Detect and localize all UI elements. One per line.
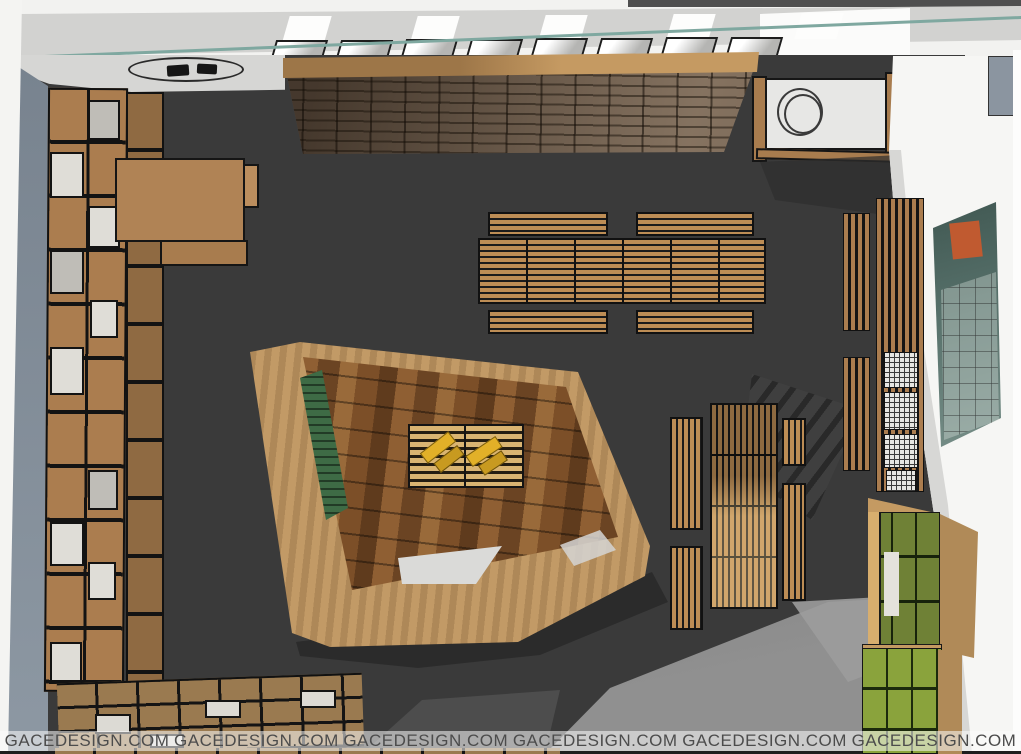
study-bench: [670, 546, 703, 630]
watermark-text: GACEDESIGN.COM: [682, 731, 847, 751]
study-table: [710, 403, 778, 609]
shelf-box-white: [50, 642, 82, 682]
reading-bench: [636, 212, 754, 236]
low-shelf-white-box: [300, 690, 336, 708]
table-light-overlay: [712, 405, 776, 607]
rug-seat: [197, 63, 217, 74]
reading-bench: [488, 212, 608, 236]
shelf-hatch-box: [884, 434, 918, 468]
shelf-box-white: [50, 347, 84, 395]
shelf-hatch-box: [886, 470, 916, 492]
study-bench: [782, 418, 806, 466]
shelf-box-white: [90, 300, 118, 338]
reading-bench: [488, 310, 608, 334]
reading-bench: [636, 310, 754, 334]
wall-edge-right: [1013, 50, 1021, 754]
reading-table: [478, 238, 766, 304]
shelf-box-gray: [50, 250, 84, 294]
cabinet-round-unit-inner: [784, 94, 822, 134]
window-glow: [282, 16, 331, 42]
low-shelf-white-box: [205, 700, 241, 718]
rug-seat: [167, 64, 190, 77]
watermark-text: GACEDESIGN.COM: [343, 731, 508, 751]
interior-render-scene: GACEDESIGN.COM GACEDESIGN.COM GACEDESIGN…: [0, 0, 1021, 754]
watermark-text: GACEDESIGN.COM: [513, 731, 678, 751]
watermark-bar: GACEDESIGN.COM GACEDESIGN.COM GACEDESIGN…: [0, 731, 1021, 751]
shelf-hatch-box: [884, 352, 918, 388]
reception-desk: [115, 158, 245, 242]
slat-bookshelf: [843, 213, 870, 331]
reception-desk-extension: [160, 240, 248, 266]
artwork-orange-block: [949, 221, 983, 260]
slat-bookshelf: [843, 357, 870, 471]
table-dividers: [480, 240, 764, 302]
study-bench: [670, 417, 703, 530]
shelf-box-gray: [88, 470, 118, 510]
locker-wood-column: [868, 512, 881, 650]
shelf-hatch-box: [884, 392, 918, 430]
watermark-text: GACEDESIGN.COM: [174, 731, 339, 751]
reception-desk-side: [243, 164, 259, 208]
shelf-box-white: [88, 562, 116, 600]
study-bench: [782, 483, 806, 601]
top-dark-strip: [628, 0, 1021, 7]
watermark-text: GACEDESIGN.COM: [5, 731, 170, 751]
locker-white-box: [884, 552, 899, 616]
shelf-box-white: [50, 152, 84, 198]
shelf-box-white: [50, 522, 84, 566]
watermark-text: GACEDESIGN.COM: [852, 731, 1017, 751]
shelf-box-gray: [88, 100, 120, 140]
